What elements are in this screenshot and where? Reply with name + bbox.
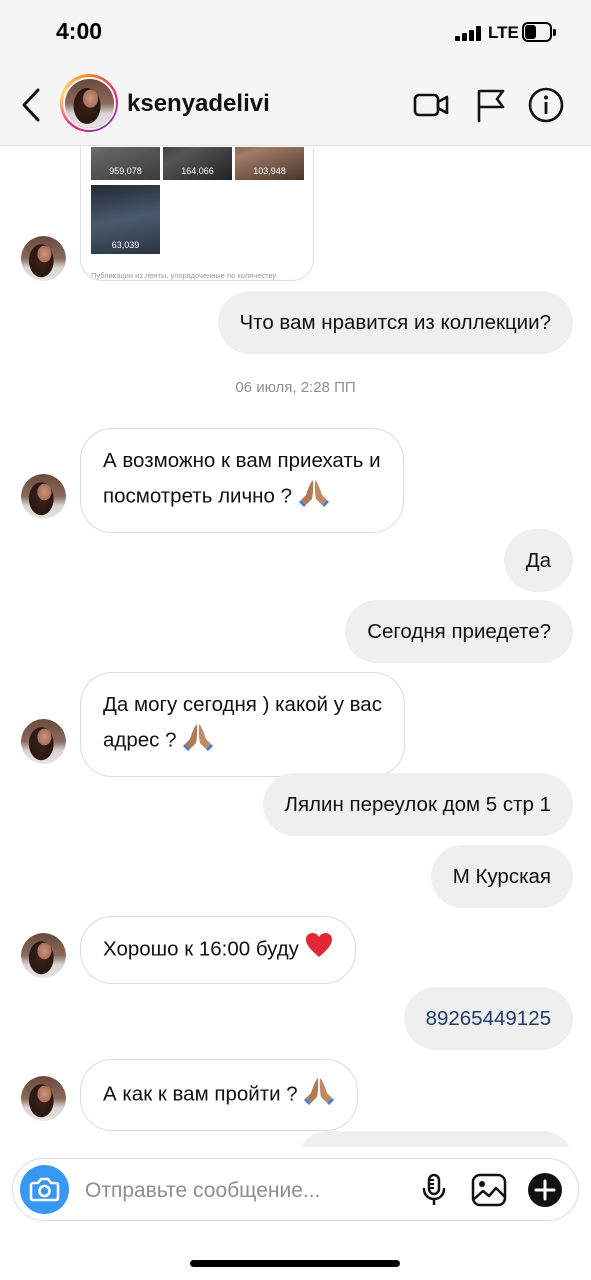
sender-avatar[interactable] [21,933,66,978]
post-thumbnail[interactable]: 959,078 [91,147,160,180]
sender-avatar[interactable] [21,1076,66,1121]
card-caption: Публикации из ленты, упорядоченные по ко… [91,271,277,280]
message-text: Сегодня приедете? [367,620,551,643]
outgoing-message[interactable] [297,1131,573,1147]
add-icon[interactable] [526,1171,564,1209]
folded-hands-emoji [182,721,214,761]
phone-link[interactable]: 89265449125 [426,1007,551,1030]
outgoing-message[interactable]: М Курская [430,845,573,908]
signal-icon [455,26,481,41]
post-thumbnail[interactable]: 103,948 [235,147,304,180]
message-text: Лялин переулок дом 5 стр 1 [284,793,552,816]
message-text: адрес ? [103,728,177,752]
message-text: посмотреть лично ? [103,484,292,508]
info-icon[interactable] [527,86,565,124]
message-text: Что вам нравится из коллекции? [239,311,551,334]
home-indicator[interactable] [190,1260,400,1267]
post-thumbnail[interactable]: 164,066 [163,147,232,180]
outgoing-message[interactable]: Лялин переулок дом 5 стр 1 [262,773,573,836]
contact-username[interactable]: ksenyadelivi [127,90,270,118]
incoming-message[interactable]: А возможно к вам приехать и посмотреть л… [80,428,404,533]
post-count: 164,066 [181,166,214,176]
outgoing-message[interactable]: Да [503,529,573,592]
conversation-header: ksenyadelivi [0,64,591,146]
camera-icon[interactable] [20,1165,69,1214]
post-count: 959,078 [109,166,142,176]
folded-hands-emoji [298,477,330,517]
outgoing-message[interactable]: Что вам нравится из коллекции? [217,291,573,354]
message-text: Да могу сегодня ) какой у вас [103,693,382,716]
message-text: А как к вам пройти ? [103,1082,298,1106]
status-time: 4:00 [56,18,103,44]
flag-icon[interactable] [472,86,510,124]
video-call-icon[interactable] [412,86,450,124]
post-count: 63,039 [111,240,140,250]
message-composer [12,1158,579,1221]
contact-avatar[interactable] [60,74,118,132]
incoming-message[interactable]: А как к вам пройти ? [80,1059,359,1131]
timestamp: 06 июля, 2:28 ПП [235,379,356,396]
red-heart-emoji [305,932,333,968]
gallery-icon[interactable] [470,1171,508,1209]
back-chevron-icon[interactable] [18,86,48,124]
message-text: А возможно к вам приехать и [103,449,381,472]
sender-avatar[interactable] [21,474,66,519]
microphone-icon[interactable] [415,1171,453,1209]
incoming-message[interactable]: Хорошо к 16:00 буду [80,916,356,984]
post-count: 103,948 [253,166,286,176]
message-text: Да [525,549,551,572]
message-text: М Курская [452,865,551,888]
folded-hands-emoji [303,1075,335,1115]
battery-icon [522,22,556,42]
post-thumbnail[interactable]: 63,039 [91,185,160,254]
sender-avatar[interactable] [21,719,66,764]
message-input[interactable] [85,1175,405,1207]
outgoing-message[interactable]: 89265449125 [403,987,573,1050]
outgoing-message[interactable]: Сегодня приедете? [345,600,573,663]
message-text: Хорошо к 16:00 буду [103,937,299,961]
sender-avatar[interactable] [21,236,66,281]
shared-posts-card[interactable]: 959,078 164,066 103,948 63,039 Публикаци… [80,147,314,281]
incoming-message[interactable]: Да могу сегодня ) какой у вас адрес ? [80,672,405,777]
network-label: LTE [488,23,519,42]
message-thread[interactable]: 959,078 164,066 103,948 63,039 Публикаци… [0,147,591,1147]
status-bar: 4:00 LTE [0,0,591,64]
